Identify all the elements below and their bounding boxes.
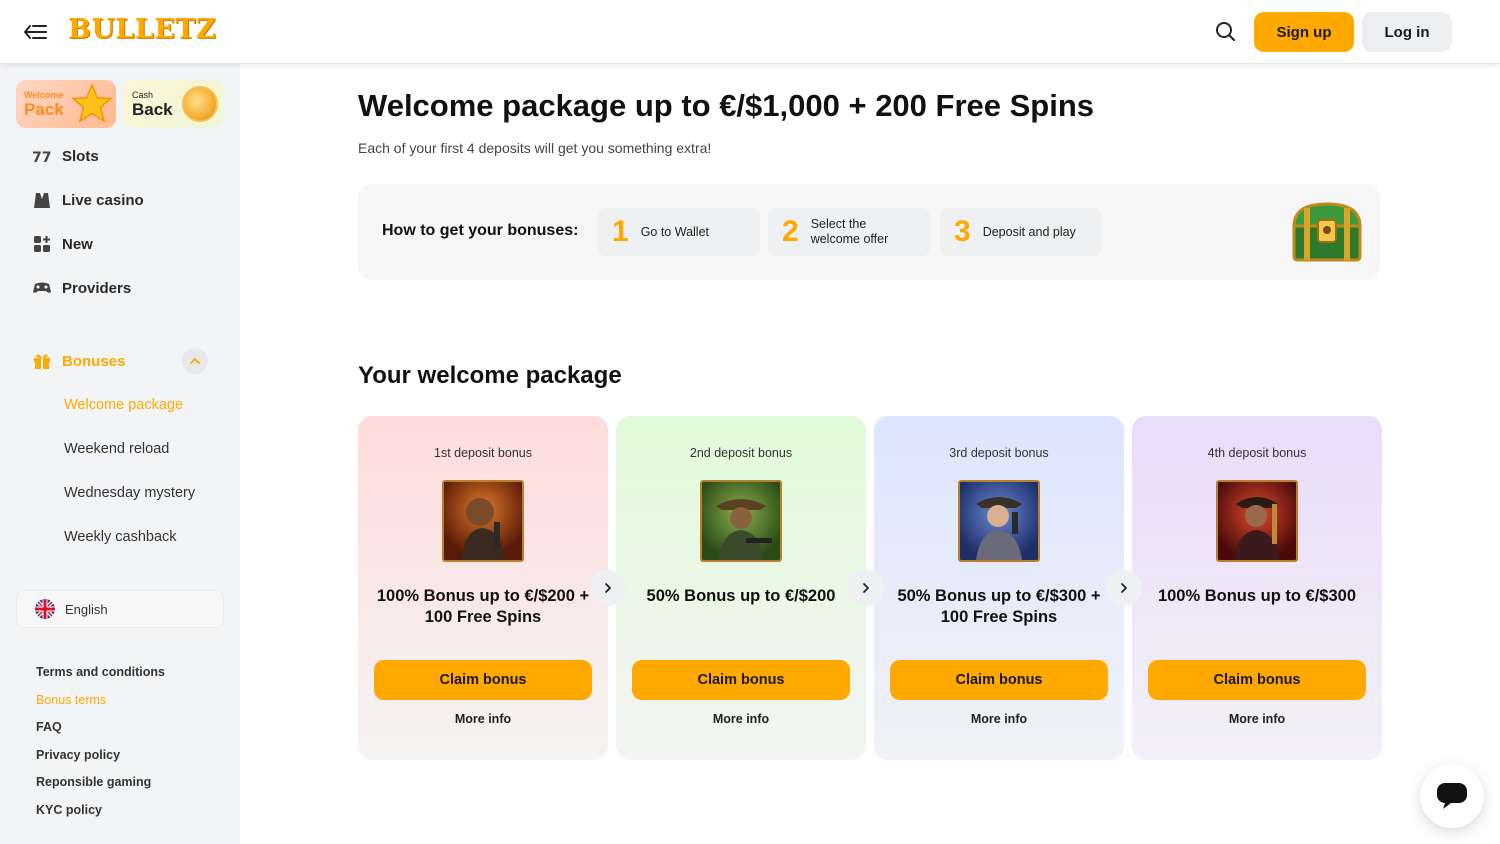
chat-icon[interactable] xyxy=(1420,764,1484,828)
sidebar-item-slots[interactable]: 777 Slots xyxy=(32,144,99,168)
promo-big-label: Pack xyxy=(24,100,64,119)
claim-bonus-button[interactable]: Claim bonus xyxy=(1148,660,1366,700)
treasure-chest-icon xyxy=(1292,202,1362,262)
card-label: 3rd deposit bonus xyxy=(949,446,1049,460)
language-selector[interactable]: English xyxy=(16,590,224,628)
card-title: 50% Bonus up to €/$300 + 100 Free Spins xyxy=(897,587,1101,626)
more-info-link[interactable]: More info xyxy=(874,712,1124,726)
sidebar-item-new[interactable]: New xyxy=(32,232,93,256)
sidebar-item-label: Bonuses xyxy=(62,352,126,370)
collapse-menu-icon[interactable] xyxy=(22,20,50,44)
more-info-link[interactable]: More info xyxy=(1132,712,1382,726)
new-icon xyxy=(34,236,50,252)
logo[interactable]: BULLETZ xyxy=(68,14,216,45)
slots-icon: 777 xyxy=(32,150,52,166)
bonus-card-1: 1st deposit bonus 100% Bonus up to €/$20… xyxy=(358,416,608,760)
sidebar-item-weekly-cashback[interactable]: Weekly cashback xyxy=(64,529,177,545)
bonus-character-image xyxy=(442,480,524,562)
sidebar: Welcome Pack Cash Back 777 Slots Live ca… xyxy=(0,64,240,844)
promo-big-label: Back xyxy=(132,100,173,119)
cash-back-promo[interactable]: Cash Back xyxy=(124,80,224,128)
sidebar-item-label: New xyxy=(62,235,93,253)
card-title: 50% Bonus up to €/$200 xyxy=(646,587,836,605)
sidebar-item-label: Providers xyxy=(62,279,132,297)
claim-bonus-button[interactable]: Claim bonus xyxy=(632,660,850,700)
sidebar-item-label: Slots xyxy=(62,147,99,165)
how-to-label: How to get your bonuses: xyxy=(382,222,579,239)
top-header: BULLETZ Sign up Log in xyxy=(0,0,1500,64)
step-text: Select the welcome offer xyxy=(810,217,889,246)
language-label: English xyxy=(65,601,108,617)
star-icon xyxy=(71,83,113,123)
search-icon[interactable] xyxy=(1212,18,1240,46)
section-title: Your welcome package xyxy=(358,362,622,389)
live-casino-icon xyxy=(34,193,50,208)
gift-icon xyxy=(34,354,50,369)
step-number: 2 xyxy=(782,215,799,248)
footer-link-bonus-terms[interactable]: Bonus terms xyxy=(36,693,106,707)
signup-button[interactable]: Sign up xyxy=(1254,12,1354,52)
card-title: 100% Bonus up to €/$300 xyxy=(1157,587,1357,605)
more-info-link[interactable]: More info xyxy=(616,712,866,726)
promo-small-label: Welcome xyxy=(24,90,64,100)
chevron-up-icon[interactable] xyxy=(182,348,208,374)
sidebar-item-weekend-reload[interactable]: Weekend reload xyxy=(64,441,169,457)
step-number: 1 xyxy=(612,215,629,248)
sidebar-item-label: Live casino xyxy=(62,191,144,209)
chevron-right-icon xyxy=(848,570,884,606)
step-number: 3 xyxy=(954,215,971,248)
promo-small-label: Cash xyxy=(132,90,154,100)
claim-bonus-button[interactable]: Claim bonus xyxy=(374,660,592,700)
footer-link-faq[interactable]: FAQ xyxy=(36,720,62,734)
providers-icon xyxy=(33,282,51,293)
footer-link-responsible-gaming[interactable]: Reponsible gaming xyxy=(36,775,151,789)
card-label: 1st deposit bonus xyxy=(434,446,532,460)
sidebar-item-bonuses[interactable]: Bonuses xyxy=(32,349,125,373)
sidebar-item-providers[interactable]: Providers xyxy=(32,276,131,300)
how-to-panel: How to get your bonuses: 1 Go to Wallet … xyxy=(358,184,1380,280)
svg-text:777: 777 xyxy=(32,150,52,166)
bonus-character-image xyxy=(700,480,782,562)
step-deposit: 3 Deposit and play xyxy=(940,208,1102,256)
claim-bonus-button[interactable]: Claim bonus xyxy=(890,660,1108,700)
bonus-character-image xyxy=(958,480,1040,562)
chevron-right-icon xyxy=(1106,570,1142,606)
card-title: 100% Bonus up to €/$200 + 100 Free Spins xyxy=(376,587,590,626)
footer-link-privacy[interactable]: Privacy policy xyxy=(36,748,120,762)
bonus-card-2: 2nd deposit bonus 50% Bonus up to €/$200… xyxy=(616,416,866,760)
footer-link-kyc[interactable]: KYC policy xyxy=(36,803,102,817)
sidebar-item-wednesday-mystery[interactable]: Wednesday mystery xyxy=(64,485,195,501)
page-title: Welcome package up to €/$1,000 + 200 Fre… xyxy=(358,88,1095,123)
welcome-pack-promo[interactable]: Welcome Pack xyxy=(16,80,116,128)
bonus-card-4: 4th deposit bonus 100% Bonus up to €/$30… xyxy=(1132,416,1382,760)
coin-icon xyxy=(182,86,218,122)
step-go-to-wallet: 1 Go to Wallet xyxy=(598,208,760,256)
uk-flag-icon xyxy=(35,599,55,619)
bonus-character-image xyxy=(1216,480,1298,562)
footer-link-terms[interactable]: Terms and conditions xyxy=(36,665,165,679)
sidebar-item-live-casino[interactable]: Live casino xyxy=(32,188,144,212)
bonus-card-3: 3rd deposit bonus 50% Bonus up to €/$300… xyxy=(874,416,1124,760)
login-button[interactable]: Log in xyxy=(1362,12,1452,52)
sidebar-item-welcome-package[interactable]: Welcome package xyxy=(64,397,183,413)
page-subtitle: Each of your first 4 deposits will get y… xyxy=(358,140,712,156)
step-select-offer: 2 Select the welcome offer xyxy=(768,208,930,256)
step-text: Deposit and play xyxy=(982,224,1076,239)
more-info-link[interactable]: More info xyxy=(358,712,608,726)
card-label: 4th deposit bonus xyxy=(1207,446,1307,460)
card-label: 2nd deposit bonus xyxy=(689,446,793,460)
chevron-right-icon xyxy=(590,570,626,606)
step-text: Go to Wallet xyxy=(640,224,709,239)
